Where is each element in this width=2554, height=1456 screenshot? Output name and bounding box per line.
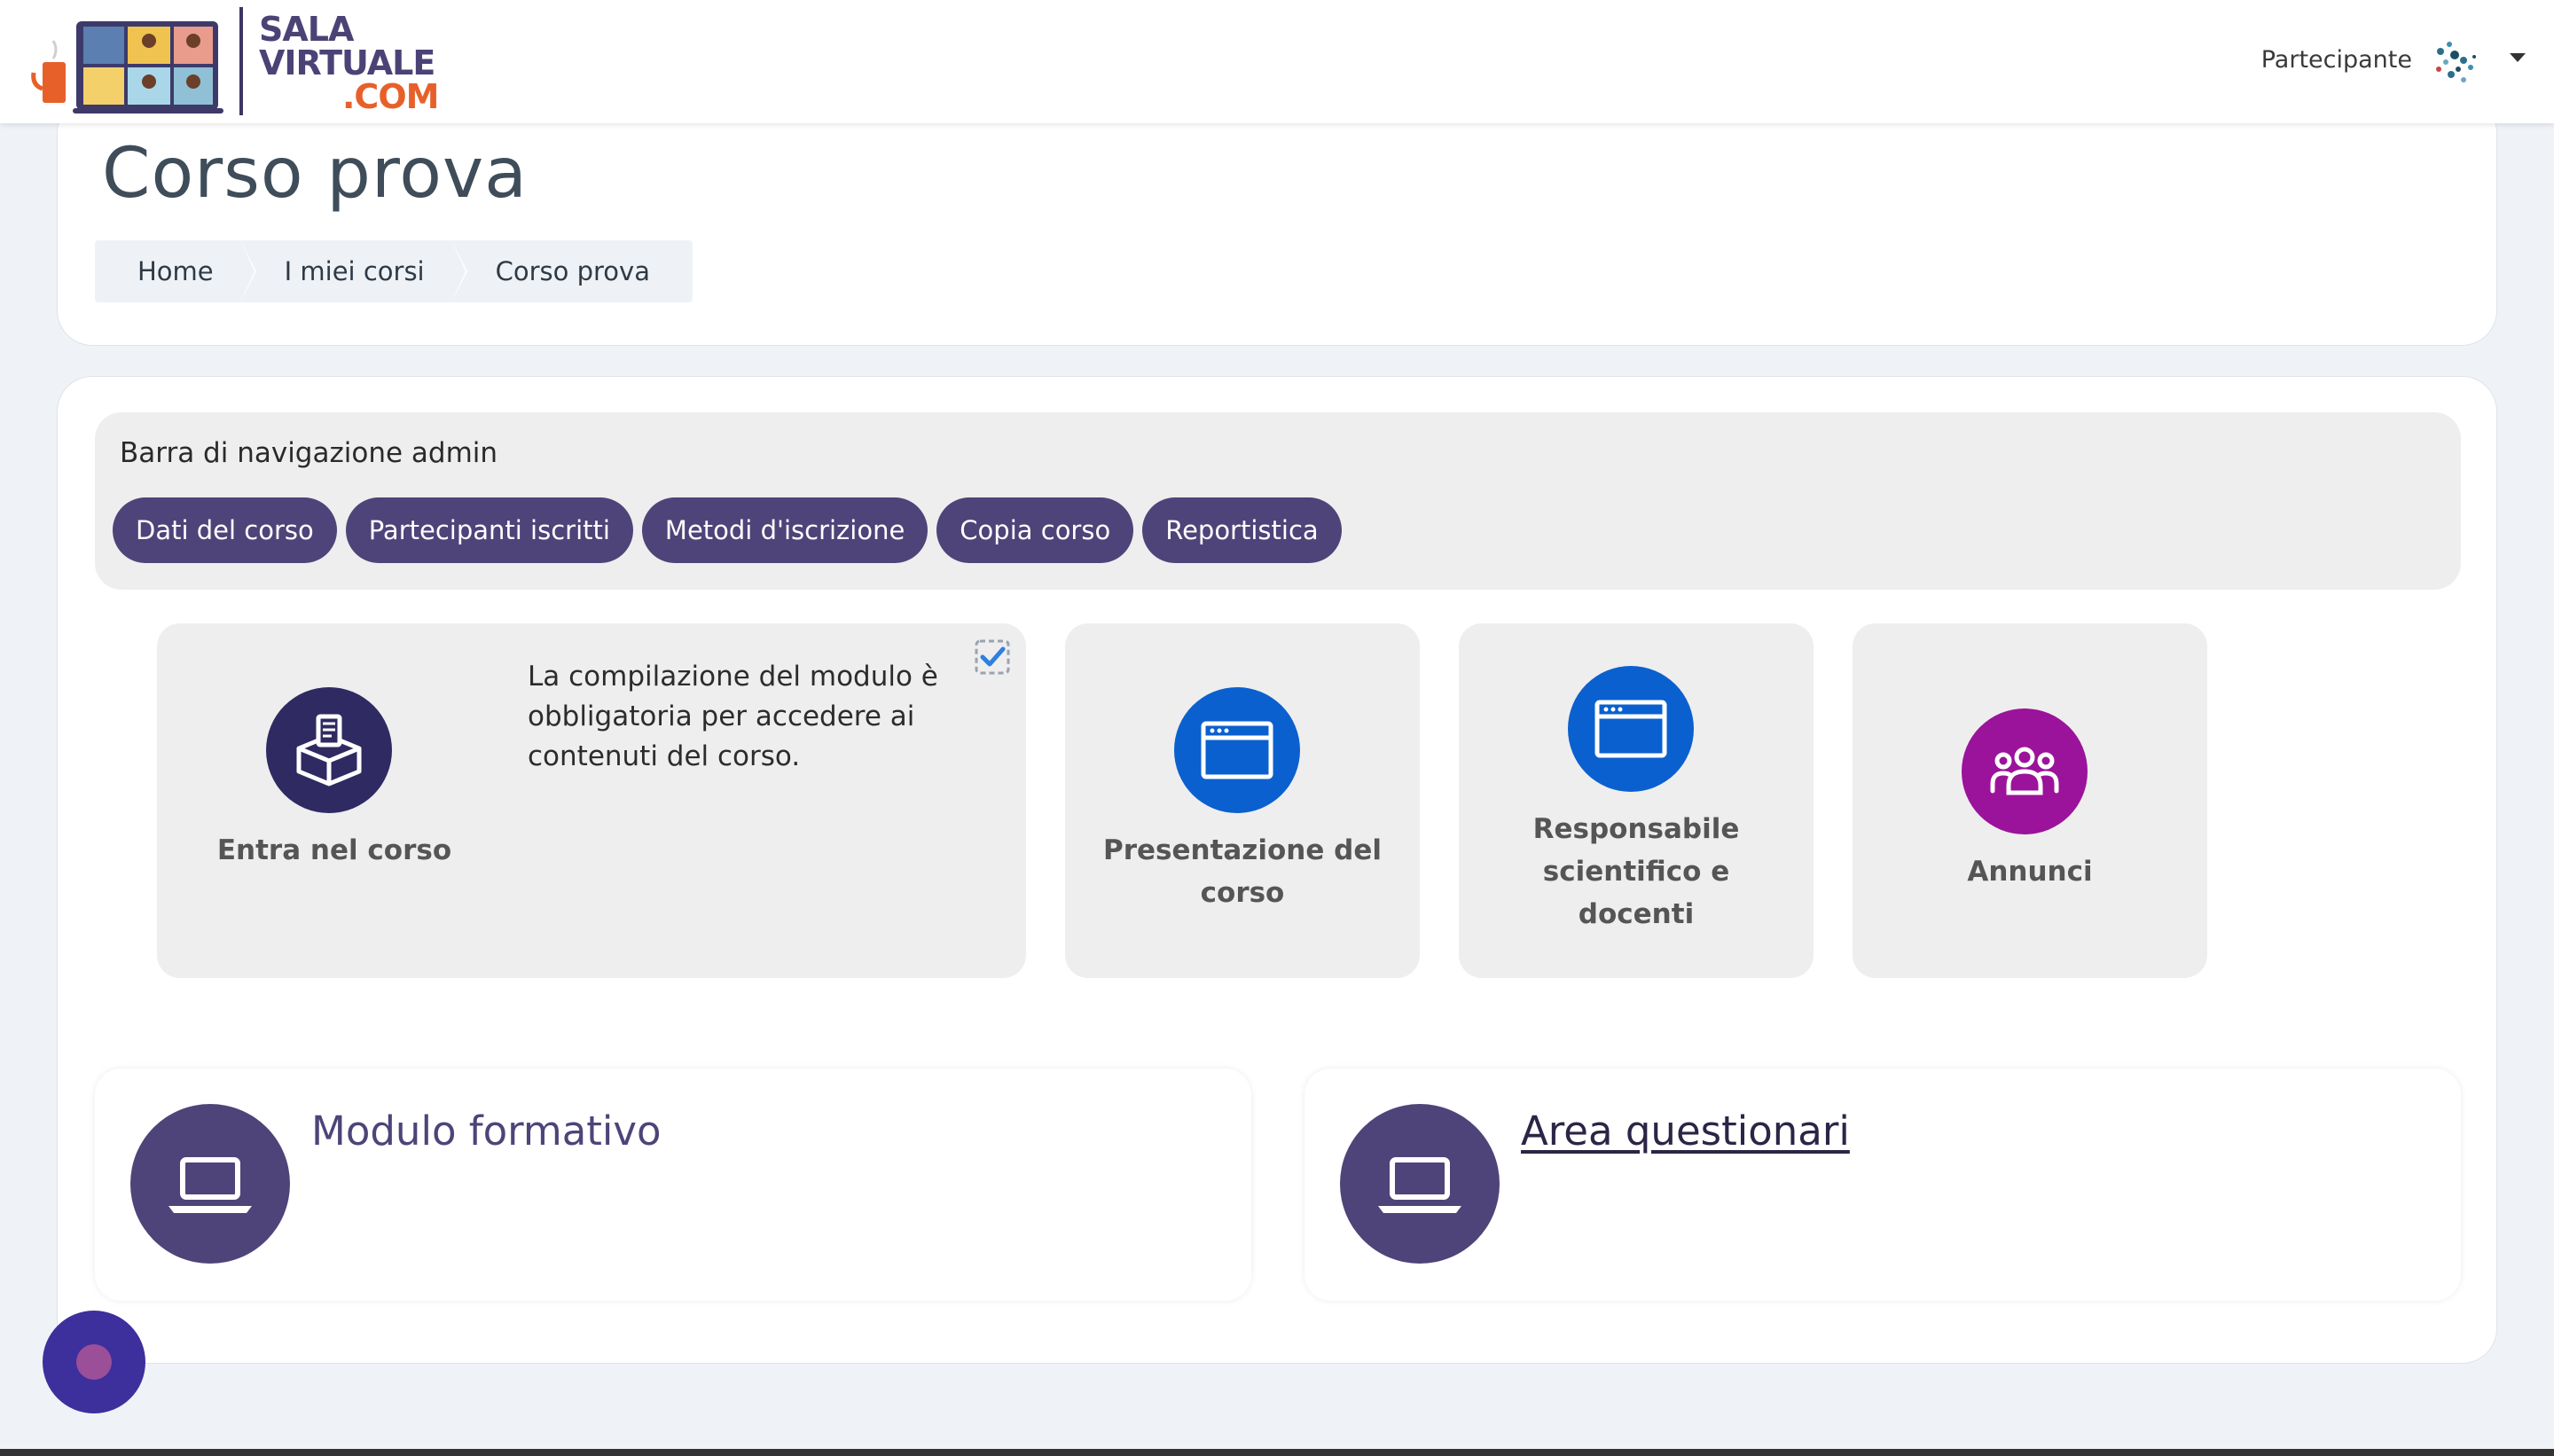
enrolment-methods-button[interactable]: Metodi d'iscrizione <box>641 497 928 563</box>
enrolled-participants-button[interactable]: Partecipanti iscritti <box>345 497 633 563</box>
course-content-card: Barra di navigazione admin Dati del cors… <box>57 376 2497 1364</box>
page-header-card: Corso prova Home I miei corsi Corso prov… <box>57 98 2497 346</box>
checkbox-checked-icon[interactable] <box>973 638 1012 677</box>
reports-button[interactable]: Reportistica <box>1142 497 1342 563</box>
module-title[interactable]: Modulo formativo <box>311 1108 662 1155</box>
laptop-icon <box>1340 1104 1500 1264</box>
tile-enter-course-label: Entra nel corso <box>216 834 452 866</box>
admin-button-group: Dati del corso Partecipanti iscritti Met… <box>113 497 1342 563</box>
copy-course-button[interactable]: Copia corso <box>936 497 1134 563</box>
bottom-edge-strip <box>0 1449 2554 1456</box>
tile-announcements[interactable]: Annunci <box>1853 623 2207 978</box>
admin-navigation-bar: Barra di navigazione admin Dati del cors… <box>95 412 2461 590</box>
breadcrumb: Home I miei corsi Corso prova <box>95 240 693 302</box>
admin-bar-title: Barra di navigazione admin <box>120 437 498 469</box>
site-logo[interactable]: SALA VIRTUALE .COM <box>30 7 447 117</box>
tile-course-presentation-label: Presentazione del corso <box>1102 834 1382 909</box>
laptop-icon <box>130 1104 290 1264</box>
module-card-questionnaires[interactable]: Area questionari <box>1304 1069 2461 1301</box>
top-navbar: SALA VIRTUALE .COM Partecipante <box>0 0 2554 123</box>
tile-course-presentation[interactable]: Presentazione del corso <box>1065 623 1420 978</box>
chat-dot-icon <box>76 1344 112 1380</box>
breadcrumb-home[interactable]: Home <box>95 240 255 302</box>
user-role-label[interactable]: Partecipante <box>2261 46 2412 74</box>
floating-chat-button[interactable] <box>43 1311 145 1413</box>
tile-enter-course[interactable]: Entra nel corso La compilazione del modu… <box>157 623 1026 978</box>
module-card-training[interactable]: Modulo formativo <box>95 1069 1251 1301</box>
user-avatar-icon[interactable] <box>2428 34 2485 90</box>
logo-illustration-icon <box>31 21 223 114</box>
course-data-button[interactable]: Dati del corso <box>113 497 337 563</box>
caret-down-icon[interactable] <box>2510 53 2526 62</box>
browser-window-icon <box>1568 666 1694 792</box>
breadcrumb-my-courses[interactable]: I miei corsi <box>239 240 466 302</box>
tile-scientific-lead-teachers-label: Responsabile scientifico e docenti <box>1532 813 1740 930</box>
tile-scientific-lead-teachers[interactable]: Responsabile scientifico e docenti <box>1459 623 1814 978</box>
logo-wordmark: SALA VIRTUALE .COM <box>259 10 439 116</box>
page-title: Corso prova <box>102 134 528 214</box>
module-title-link[interactable]: Area questionari <box>1521 1108 1850 1155</box>
logo-divider <box>239 7 243 115</box>
box-form-icon <box>266 687 392 813</box>
users-group-icon <box>1962 708 2088 834</box>
tile-announcements-label: Annunci <box>1967 856 2093 888</box>
tile-enter-course-description: La compilazione del modulo è obbligatori… <box>528 661 938 772</box>
breadcrumb-current-course[interactable]: Corso prova <box>450 240 693 302</box>
browser-window-icon <box>1174 687 1300 813</box>
